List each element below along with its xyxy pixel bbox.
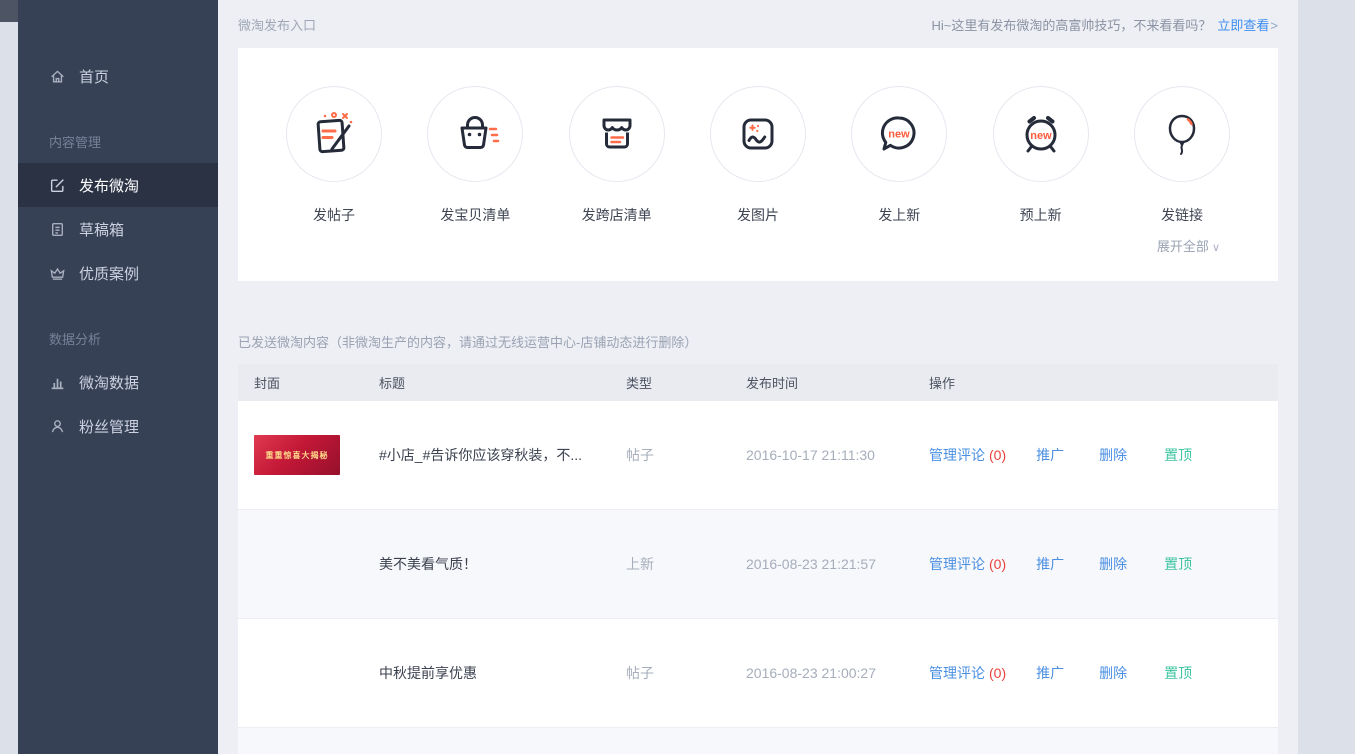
entry-label: 发跨店清单	[567, 205, 667, 225]
expand-all-label: 展开全部	[1157, 239, 1209, 254]
sidebar-item-label: 发布微淘	[79, 175, 139, 196]
pin-top-link[interactable]: 置顶	[1164, 554, 1192, 574]
table-row: 重重惊喜大揭秘 #小店_#告诉你应该穿秋装，不... 帖子 2016-10-17…	[238, 401, 1278, 510]
entry-label: 发上新	[849, 205, 949, 225]
sidebar-item-label: 微淘数据	[79, 372, 139, 393]
publish-entry-row: 发帖子 发宝贝清单	[284, 86, 1232, 225]
col-header-time: 发布时间	[746, 373, 929, 392]
col-header-action: 操作	[929, 373, 1278, 392]
chevron-right-icon: >	[1270, 18, 1278, 33]
table-header: 封面 标题 类型 发布时间 操作	[238, 364, 1278, 401]
entry-label: 预上新	[991, 205, 1091, 225]
page-title: 微淘发布入口	[238, 15, 316, 34]
promote-link[interactable]: 推广	[1036, 663, 1064, 683]
post-icon	[286, 86, 382, 182]
publish-icon	[49, 177, 66, 194]
item-list-icon	[427, 86, 523, 182]
image-icon	[710, 86, 806, 182]
row-publish-time: 2016-10-17 21:11:30	[746, 447, 929, 463]
entry-pre-new[interactable]: new 预上新	[991, 86, 1091, 225]
row-publish-time: 2016-08-23 21:21:57	[746, 556, 929, 572]
app-window: 首页 内容管理 发布微淘 草稿箱	[0, 0, 1355, 754]
entry-label: 发宝贝清单	[425, 205, 525, 225]
sidebar-section-content: 内容管理	[18, 98, 218, 163]
entry-link[interactable]: 发链接	[1132, 86, 1232, 225]
promote-link[interactable]: 推广	[1036, 445, 1064, 465]
entry-label: 发图片	[708, 205, 808, 225]
sidebar-item-label: 粉丝管理	[79, 416, 139, 437]
delete-link[interactable]: 删除	[1099, 663, 1127, 683]
row-title: #小店_#告诉你应该穿秋装，不...	[379, 445, 626, 465]
main-content: 微淘发布入口 Hi~这里有发布微淘的高富帅技巧，不来看看吗？ 立即查看>	[218, 0, 1298, 754]
cover-thumbnail[interactable]: 重重惊喜大揭秘	[254, 435, 340, 475]
manage-comments-link[interactable]: 管理评论	[929, 554, 985, 574]
pin-top-link[interactable]: 置顶	[1164, 663, 1192, 683]
sidebar-item-home[interactable]: 首页	[18, 54, 218, 98]
table-row-partial	[238, 728, 1278, 754]
sidebar-item-label: 草稿箱	[79, 219, 124, 240]
col-header-type: 类型	[626, 373, 746, 392]
topbar: 微淘发布入口 Hi~这里有发布微淘的高富帅技巧，不来看看吗？ 立即查看>	[238, 15, 1278, 33]
sent-table: 封面 标题 类型 发布时间 操作 重重惊喜大揭秘 #小店_#告诉你应该穿秋装，不…	[238, 364, 1278, 754]
right-gutter	[1298, 0, 1355, 754]
sidebar-item-publish[interactable]: 发布微淘	[18, 163, 218, 207]
row-publish-time: 2016-08-23 21:00:27	[746, 665, 929, 681]
cross-shop-list-icon	[569, 86, 665, 182]
home-icon	[49, 68, 66, 85]
promo-banner: Hi~这里有发布微淘的高富帅技巧，不来看看吗？ 立即查看>	[932, 15, 1278, 34]
comment-count: (0)	[989, 556, 1006, 572]
promo-text: Hi~这里有发布微淘的高富帅技巧，不来看看吗？	[932, 18, 1212, 33]
link-icon	[1134, 86, 1230, 182]
draft-icon	[49, 221, 66, 238]
sidebar-item-weitao-data[interactable]: 微淘数据	[18, 360, 218, 404]
delete-link[interactable]: 删除	[1099, 445, 1127, 465]
left-gutter	[0, 0, 18, 754]
svg-text:new: new	[1030, 130, 1052, 142]
chevron-down-icon: ∨	[1212, 242, 1220, 254]
entry-label: 发帖子	[284, 205, 384, 225]
manage-comments-link[interactable]: 管理评论	[929, 663, 985, 683]
promote-link[interactable]: 推广	[1036, 554, 1064, 574]
pin-top-link[interactable]: 置顶	[1164, 445, 1192, 465]
chart-icon	[49, 374, 66, 391]
entry-label: 发链接	[1132, 205, 1232, 225]
entry-new-arrival[interactable]: new 发上新	[849, 86, 949, 225]
expand-all-button[interactable]: 展开全部∨	[284, 236, 1232, 255]
table-row: 中秋提前享优惠 帖子 2016-08-23 21:00:27 管理评论 (0) …	[238, 619, 1278, 728]
svg-text:new: new	[889, 129, 911, 141]
comment-count: (0)	[989, 665, 1006, 681]
sidebar-item-drafts[interactable]: 草稿箱	[18, 207, 218, 251]
sidebar: 首页 内容管理 发布微淘 草稿箱	[18, 0, 218, 754]
cover-banner-text: 重重惊喜大揭秘	[266, 450, 329, 461]
left-gutter-notch	[0, 0, 18, 22]
entry-post[interactable]: 发帖子	[284, 86, 384, 225]
manage-comments-link[interactable]: 管理评论	[929, 445, 985, 465]
fans-icon	[49, 418, 66, 435]
sidebar-item-fans[interactable]: 粉丝管理	[18, 404, 218, 448]
row-title: 中秋提前享优惠	[379, 663, 626, 683]
entry-item-list[interactable]: 发宝贝清单	[425, 86, 525, 225]
sidebar-item-label: 首页	[79, 66, 109, 87]
col-header-title: 标题	[379, 373, 626, 392]
pre-new-icon: new	[993, 86, 1089, 182]
entry-cross-shop-list[interactable]: 发跨店清单	[567, 86, 667, 225]
row-type: 帖子	[626, 445, 746, 465]
sent-section-title: 已发送微淘内容（非微淘生产的内容，请通过无线运营中心-店铺动态进行删除）	[238, 332, 1278, 351]
comment-count: (0)	[989, 447, 1006, 463]
promo-view-link[interactable]: 立即查看	[1217, 18, 1269, 33]
col-header-cover: 封面	[238, 373, 379, 392]
row-type: 上新	[626, 554, 746, 574]
row-title: 美不美看气质！	[379, 554, 626, 574]
delete-link[interactable]: 删除	[1099, 554, 1127, 574]
sidebar-item-cases[interactable]: 优质案例	[18, 251, 218, 295]
new-arrival-icon: new	[851, 86, 947, 182]
publish-entry-panel: 发帖子 发宝贝清单	[238, 48, 1278, 281]
sidebar-section-data: 数据分析	[18, 295, 218, 360]
row-type: 帖子	[626, 663, 746, 683]
entry-image[interactable]: 发图片	[708, 86, 808, 225]
table-row: 美不美看气质！ 上新 2016-08-23 21:21:57 管理评论 (0) …	[238, 510, 1278, 619]
sidebar-item-label: 优质案例	[79, 263, 139, 284]
crown-icon	[49, 265, 66, 282]
